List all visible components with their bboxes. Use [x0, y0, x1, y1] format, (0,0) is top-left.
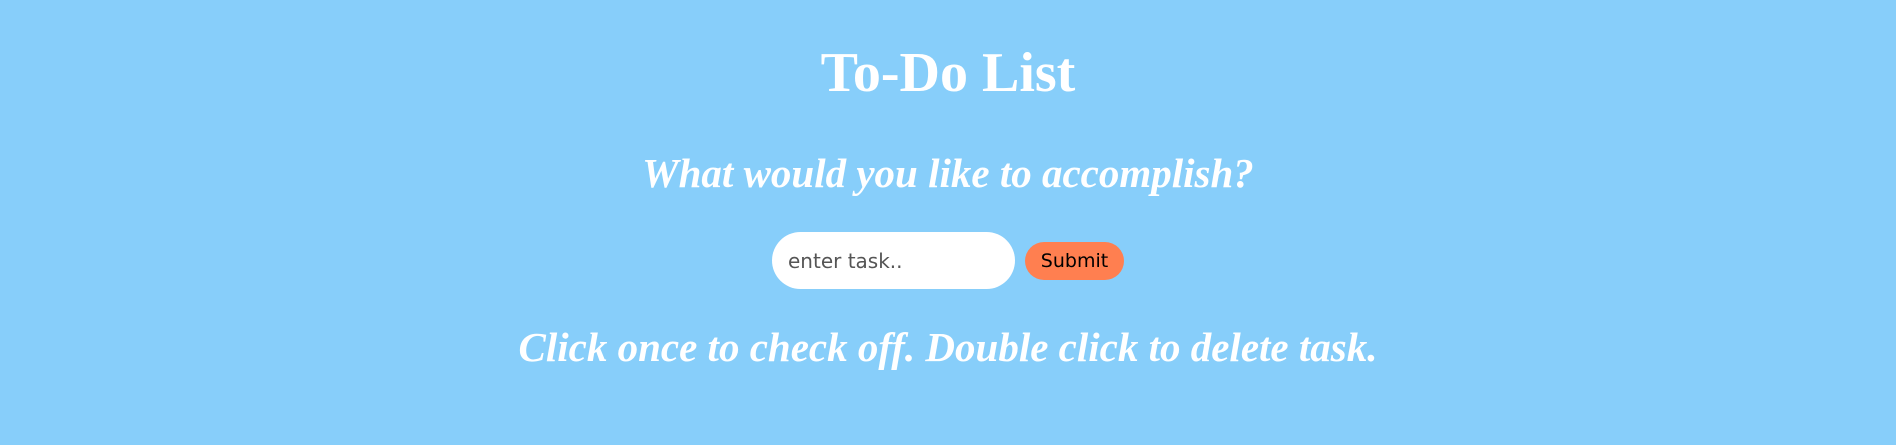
page-subtitle: What would you like to accomplish?: [642, 150, 1254, 196]
submit-button[interactable]: Submit: [1025, 241, 1124, 280]
instructions-text: Click once to check off. Double click to…: [518, 324, 1378, 370]
todo-page: To-Do List What would you like to accomp…: [0, 0, 1896, 445]
task-form: Submit: [0, 232, 1896, 289]
page-title: To-Do List: [820, 42, 1076, 104]
task-input[interactable]: [772, 232, 1015, 289]
